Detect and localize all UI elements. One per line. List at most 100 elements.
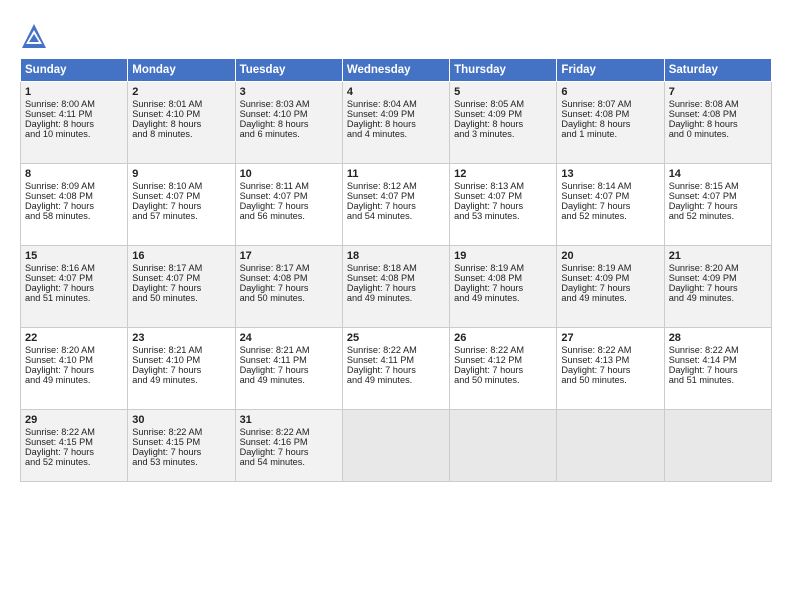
calendar-cell: 8Sunrise: 8:09 AMSunset: 4:08 PMDaylight… xyxy=(21,164,128,246)
day-info: Sunrise: 8:18 AM xyxy=(347,263,445,273)
day-number: 19 xyxy=(454,250,552,262)
day-info: Sunset: 4:08 PM xyxy=(561,109,659,119)
day-info: and 10 minutes. xyxy=(25,129,123,139)
weekday-header-friday: Friday xyxy=(557,59,664,82)
day-info: Sunset: 4:10 PM xyxy=(132,355,230,365)
calendar-cell: 26Sunrise: 8:22 AMSunset: 4:12 PMDayligh… xyxy=(450,328,557,410)
calendar-cell: 20Sunrise: 8:19 AMSunset: 4:09 PMDayligh… xyxy=(557,246,664,328)
day-info: Sunset: 4:11 PM xyxy=(240,355,338,365)
day-info: Sunrise: 8:11 AM xyxy=(240,181,338,191)
day-number: 4 xyxy=(347,86,445,98)
calendar-cell: 27Sunrise: 8:22 AMSunset: 4:13 PMDayligh… xyxy=(557,328,664,410)
week-row-4: 22Sunrise: 8:20 AMSunset: 4:10 PMDayligh… xyxy=(21,328,772,410)
day-info: and 50 minutes. xyxy=(561,375,659,385)
calendar-cell: 13Sunrise: 8:14 AMSunset: 4:07 PMDayligh… xyxy=(557,164,664,246)
day-info: Daylight: 7 hours xyxy=(347,283,445,293)
calendar-cell xyxy=(450,410,557,482)
day-info: Sunrise: 8:22 AM xyxy=(561,345,659,355)
calendar-cell: 30Sunrise: 8:22 AMSunset: 4:15 PMDayligh… xyxy=(128,410,235,482)
calendar-cell xyxy=(342,410,449,482)
day-number: 12 xyxy=(454,168,552,180)
day-number: 20 xyxy=(561,250,659,262)
calendar-cell: 22Sunrise: 8:20 AMSunset: 4:10 PMDayligh… xyxy=(21,328,128,410)
day-number: 29 xyxy=(25,414,123,426)
day-info: Sunset: 4:10 PM xyxy=(240,109,338,119)
day-info: Daylight: 8 hours xyxy=(454,119,552,129)
day-info: Sunset: 4:11 PM xyxy=(25,109,123,119)
calendar-cell: 25Sunrise: 8:22 AMSunset: 4:11 PMDayligh… xyxy=(342,328,449,410)
logo-icon xyxy=(20,22,48,50)
day-info: Sunset: 4:08 PM xyxy=(454,273,552,283)
day-info: Daylight: 7 hours xyxy=(25,365,123,375)
calendar-cell: 24Sunrise: 8:21 AMSunset: 4:11 PMDayligh… xyxy=(235,328,342,410)
calendar-cell: 11Sunrise: 8:12 AMSunset: 4:07 PMDayligh… xyxy=(342,164,449,246)
day-info: and 52 minutes. xyxy=(25,457,123,467)
calendar-cell: 17Sunrise: 8:17 AMSunset: 4:08 PMDayligh… xyxy=(235,246,342,328)
day-info: and 3 minutes. xyxy=(454,129,552,139)
day-info: and 53 minutes. xyxy=(132,457,230,467)
day-info: Sunrise: 8:04 AM xyxy=(347,99,445,109)
day-info: Sunrise: 8:17 AM xyxy=(132,263,230,273)
week-row-5: 29Sunrise: 8:22 AMSunset: 4:15 PMDayligh… xyxy=(21,410,772,482)
day-info: Sunrise: 8:19 AM xyxy=(561,263,659,273)
day-info: Sunrise: 8:19 AM xyxy=(454,263,552,273)
day-info: and 51 minutes. xyxy=(669,375,767,385)
day-info: Sunset: 4:07 PM xyxy=(132,191,230,201)
day-info: and 58 minutes. xyxy=(25,211,123,221)
day-number: 16 xyxy=(132,250,230,262)
calendar-cell: 3Sunrise: 8:03 AMSunset: 4:10 PMDaylight… xyxy=(235,82,342,164)
week-row-3: 15Sunrise: 8:16 AMSunset: 4:07 PMDayligh… xyxy=(21,246,772,328)
day-info: Sunrise: 8:20 AM xyxy=(669,263,767,273)
calendar-cell: 2Sunrise: 8:01 AMSunset: 4:10 PMDaylight… xyxy=(128,82,235,164)
day-info: Sunrise: 8:08 AM xyxy=(669,99,767,109)
day-info: Daylight: 7 hours xyxy=(240,447,338,457)
day-info: and 4 minutes. xyxy=(347,129,445,139)
calendar-cell: 15Sunrise: 8:16 AMSunset: 4:07 PMDayligh… xyxy=(21,246,128,328)
day-info: and 50 minutes. xyxy=(132,293,230,303)
day-info: Daylight: 7 hours xyxy=(561,283,659,293)
day-info: Sunrise: 8:05 AM xyxy=(454,99,552,109)
day-number: 3 xyxy=(240,86,338,98)
day-info: and 56 minutes. xyxy=(240,211,338,221)
day-info: Sunrise: 8:17 AM xyxy=(240,263,338,273)
day-info: Sunrise: 8:00 AM xyxy=(25,99,123,109)
day-info: and 54 minutes. xyxy=(240,457,338,467)
calendar-cell: 18Sunrise: 8:18 AMSunset: 4:08 PMDayligh… xyxy=(342,246,449,328)
day-number: 30 xyxy=(132,414,230,426)
weekday-header-monday: Monday xyxy=(128,59,235,82)
day-number: 6 xyxy=(561,86,659,98)
day-info: Sunset: 4:07 PM xyxy=(347,191,445,201)
day-info: Sunrise: 8:22 AM xyxy=(347,345,445,355)
calendar-cell: 7Sunrise: 8:08 AMSunset: 4:08 PMDaylight… xyxy=(664,82,771,164)
day-number: 9 xyxy=(132,168,230,180)
day-number: 14 xyxy=(669,168,767,180)
day-info: Daylight: 8 hours xyxy=(669,119,767,129)
day-info: Sunset: 4:08 PM xyxy=(25,191,123,201)
day-info: Daylight: 7 hours xyxy=(347,201,445,211)
day-info: and 52 minutes. xyxy=(561,211,659,221)
day-info: Daylight: 7 hours xyxy=(454,283,552,293)
day-info: and 50 minutes. xyxy=(454,375,552,385)
day-info: Sunrise: 8:16 AM xyxy=(25,263,123,273)
day-info: Sunset: 4:07 PM xyxy=(561,191,659,201)
day-info: and 49 minutes. xyxy=(25,375,123,385)
day-info: Sunset: 4:15 PM xyxy=(25,437,123,447)
day-number: 28 xyxy=(669,332,767,344)
day-info: and 57 minutes. xyxy=(132,211,230,221)
day-number: 26 xyxy=(454,332,552,344)
day-number: 10 xyxy=(240,168,338,180)
day-info: Sunset: 4:07 PM xyxy=(240,191,338,201)
day-number: 7 xyxy=(669,86,767,98)
day-info: and 52 minutes. xyxy=(669,211,767,221)
day-info: Sunrise: 8:21 AM xyxy=(132,345,230,355)
day-number: 2 xyxy=(132,86,230,98)
calendar-cell: 12Sunrise: 8:13 AMSunset: 4:07 PMDayligh… xyxy=(450,164,557,246)
calendar-header: SundayMondayTuesdayWednesdayThursdayFrid… xyxy=(21,59,772,82)
day-info: Daylight: 8 hours xyxy=(561,119,659,129)
day-info: Sunset: 4:10 PM xyxy=(25,355,123,365)
day-info: Sunset: 4:07 PM xyxy=(25,273,123,283)
day-info: Sunset: 4:09 PM xyxy=(669,273,767,283)
logo xyxy=(20,22,51,50)
calendar-cell: 4Sunrise: 8:04 AMSunset: 4:09 PMDaylight… xyxy=(342,82,449,164)
calendar-cell: 28Sunrise: 8:22 AMSunset: 4:14 PMDayligh… xyxy=(664,328,771,410)
